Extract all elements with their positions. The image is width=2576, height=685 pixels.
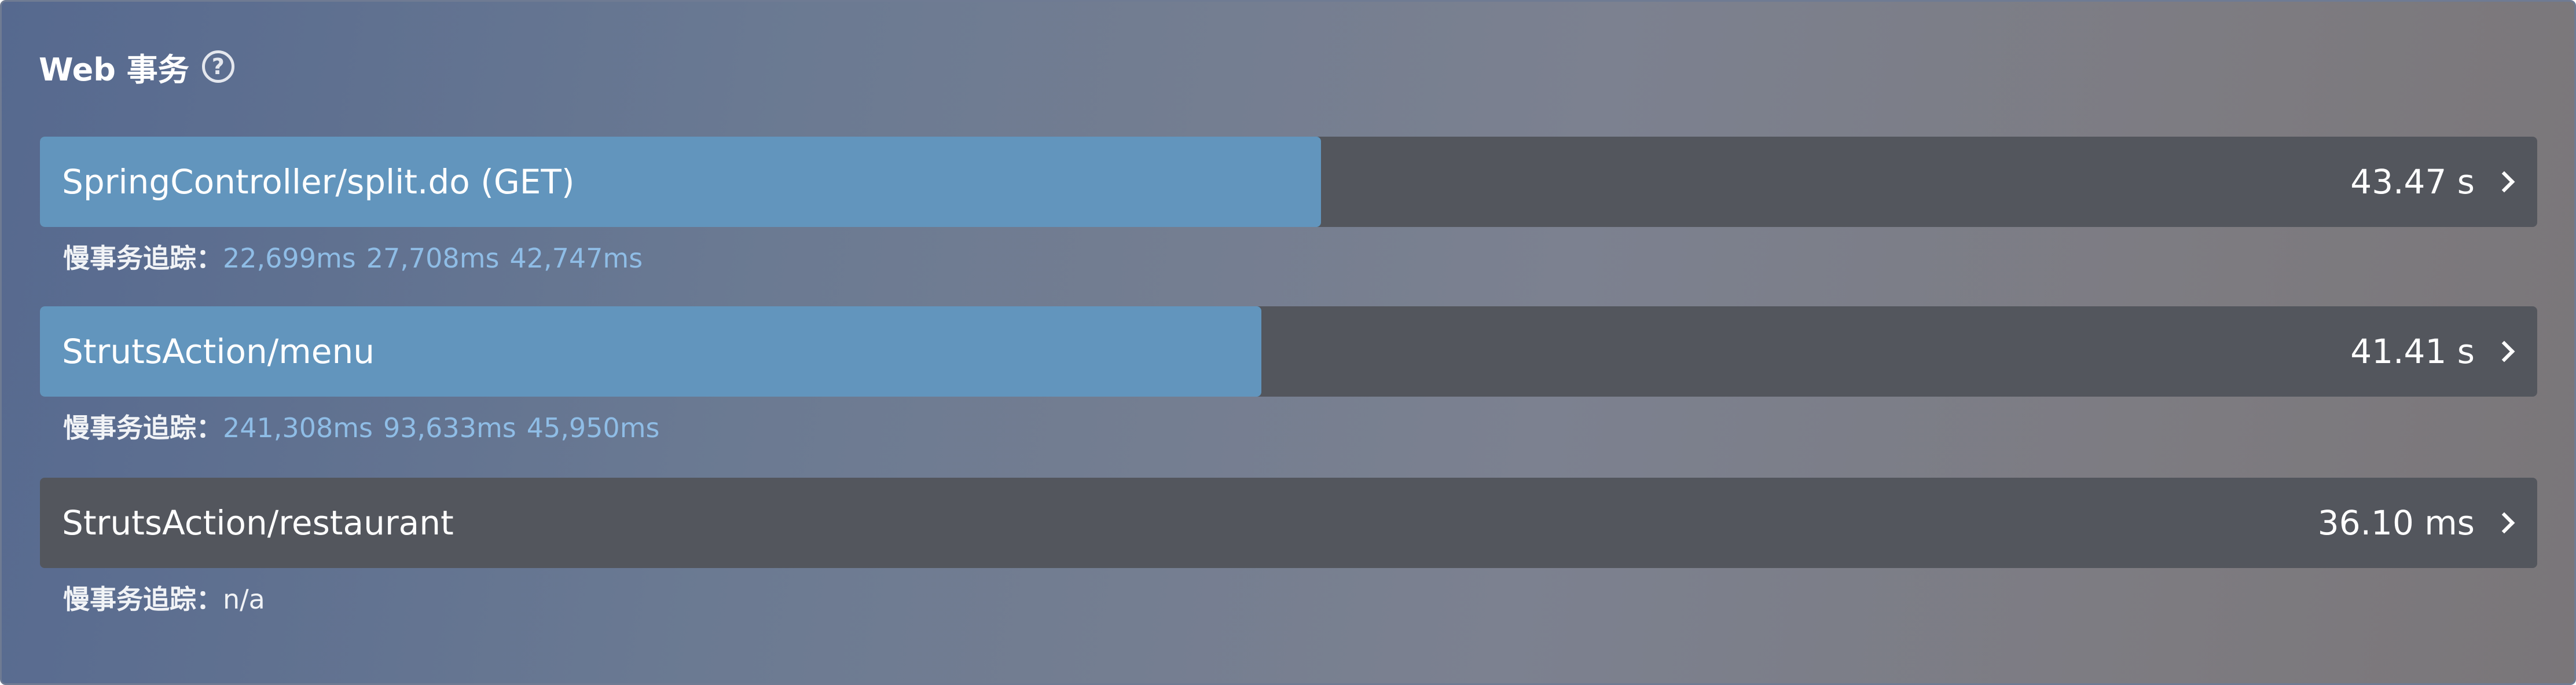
help-icon[interactable]: ? [201,50,234,83]
transaction-time: 36.10 ms [2317,478,2515,568]
transaction-name: SpringController/split.do (GET) [62,162,575,202]
slow-trace-label: 慢事务追踪： [63,412,223,444]
transaction-row: StrutsAction/menu 41.41 s 慢事务追踪：241,308m… [40,306,2537,444]
slow-trace-none: n/a [223,584,265,615]
transaction-time-value: 43.47 s [2350,162,2475,202]
transaction-name: StrutsAction/restaurant [62,503,454,543]
slow-trace-list: 慢事务追踪：241,308ms 93,633ms 45,950ms [63,411,670,445]
transaction-bar[interactable]: StrutsAction/menu 41.41 s [40,306,2537,397]
transaction-time: 43.47 s [2350,137,2515,227]
slow-trace-label: 慢事务追踪： [63,243,223,274]
transaction-time-value: 36.10 ms [2317,503,2475,543]
slow-trace-label: 慢事务追踪： [63,584,223,615]
slow-trace-link[interactable]: 22,699ms [223,243,356,274]
transaction-row: StrutsAction/restaurant 36.10 ms 慢事务追踪：n… [40,478,2537,615]
slow-trace-list: 慢事务追踪：n/a [63,582,265,617]
transaction-bar[interactable]: SpringController/split.do (GET) 43.47 s [40,137,2537,227]
transaction-row: SpringController/split.do (GET) 43.47 s … [40,137,2537,274]
panel-header: Web 事务 ? [39,43,234,90]
transaction-time-value: 41.41 s [2350,332,2475,371]
slow-trace-link[interactable]: 241,308ms [223,412,373,444]
transaction-bar[interactable]: StrutsAction/restaurant 36.10 ms [40,478,2537,568]
slow-trace-link[interactable]: 93,633ms [383,412,516,444]
panel-title: Web 事务 [39,51,189,88]
transaction-time: 41.41 s [2350,306,2515,397]
chevron-right-icon[interactable] [2493,340,2515,362]
slow-trace-list: 慢事务追踪：22,699ms 27,708ms 42,747ms [63,241,653,276]
chevron-right-icon[interactable] [2493,512,2515,534]
slow-trace-link[interactable]: 45,950ms [527,412,660,444]
web-transactions-panel: Web 事务 ? SpringController/split.do (GET)… [0,0,2576,685]
slow-trace-link[interactable]: 27,708ms [366,243,500,274]
transaction-name: StrutsAction/menu [62,332,375,371]
slow-trace-link[interactable]: 42,747ms [509,243,643,274]
chevron-right-icon[interactable] [2493,171,2515,193]
